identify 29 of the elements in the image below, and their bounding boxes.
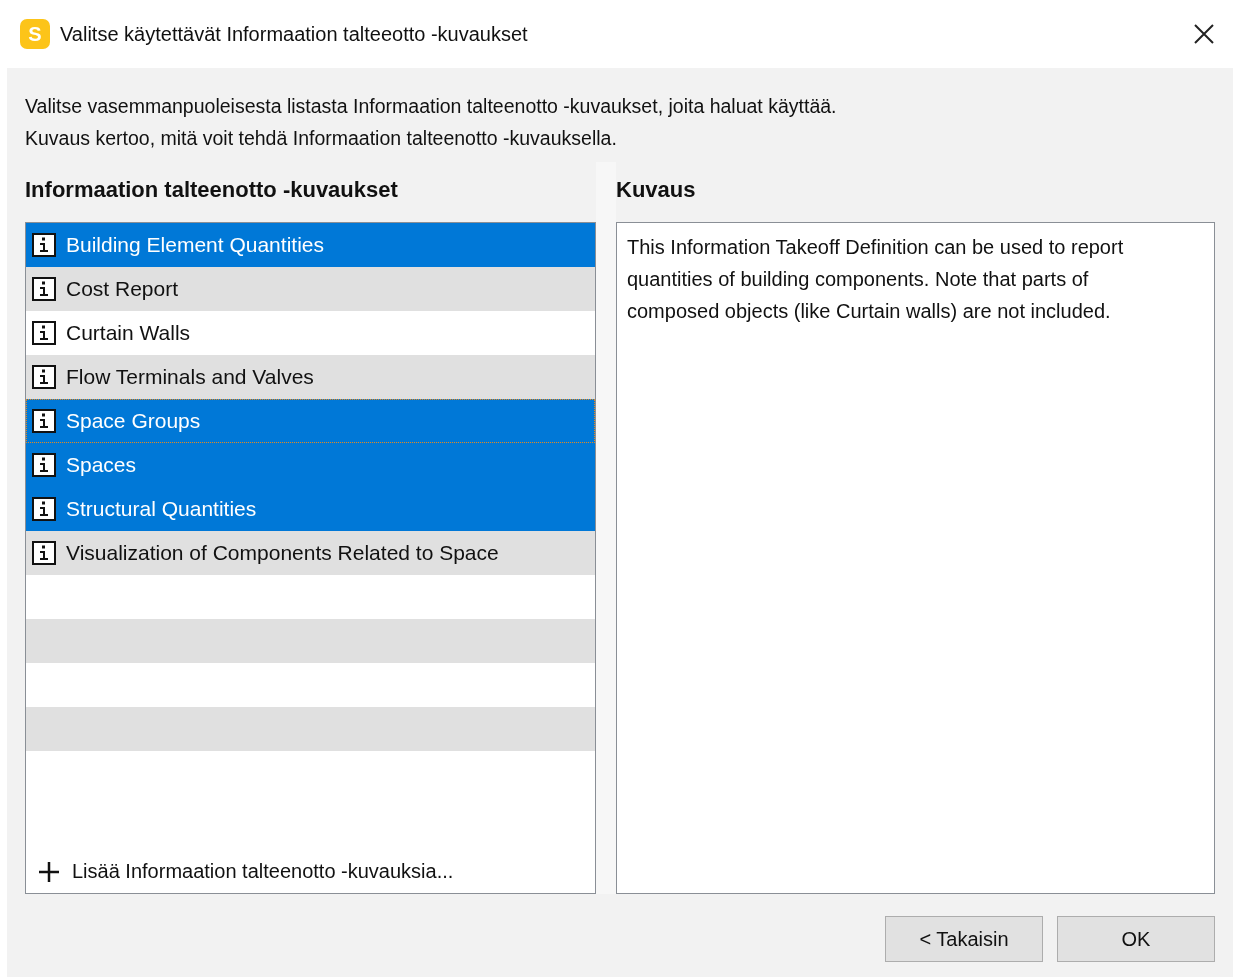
info-icon [32, 541, 56, 565]
info-icon [32, 453, 56, 477]
instruction-text: Kuvaus kertoo, mitä voit tehdä Informaation talteenotto -kuvauksella. [25, 126, 618, 151]
add-definitions-link[interactable]: Lisää Informaation talteenotto -kuvauksia... [26, 860, 595, 893]
info-icon [32, 321, 56, 345]
list-heading: Informaation talteenotto -kuvaukset [25, 176, 399, 204]
close-icon[interactable] [1193, 23, 1215, 45]
description-heading: Kuvaus [616, 176, 697, 204]
info-icon [32, 409, 56, 433]
list-item[interactable]: Space Groups [26, 399, 595, 443]
info-icon [32, 233, 56, 257]
list-item[interactable]: Visualization of Components Related to Space [26, 531, 595, 575]
list-item[interactable]: Cost Report [26, 267, 595, 311]
info-icon [32, 277, 56, 301]
instruction-text: Valitse vasemmanpuoleisesta listasta Informaation talteenotto -kuvaukset, joita haluat käyttää. [25, 94, 838, 119]
plus-icon [38, 860, 60, 883]
dialog-button[interactable]: OK [1057, 916, 1215, 962]
description-text: This Information Takeoff Definition can be used to report quantities of building components. Note that parts of composed objects (like Curtain walls) are not included. [627, 235, 1125, 324]
list-item[interactable]: Building Element Quantities [26, 223, 595, 267]
info-icon [32, 497, 56, 521]
list-item[interactable]: Spaces [26, 443, 595, 487]
info-icon [32, 365, 56, 389]
list-item[interactable]: Curtain Walls [26, 311, 595, 355]
add-definitions-text: Lisää Informaation talteenotto -kuvauksia... [72, 860, 454, 883]
dialog-button[interactable]: < Takaisin [885, 916, 1043, 962]
app-icon: S [20, 19, 50, 49]
list-item[interactable]: Structural Quantities [26, 487, 595, 531]
list-item[interactable]: Flow Terminals and Valves [26, 355, 595, 399]
window-title: Valitse käytettävät Informaation talteeotto -kuvaukset [60, 22, 529, 46]
